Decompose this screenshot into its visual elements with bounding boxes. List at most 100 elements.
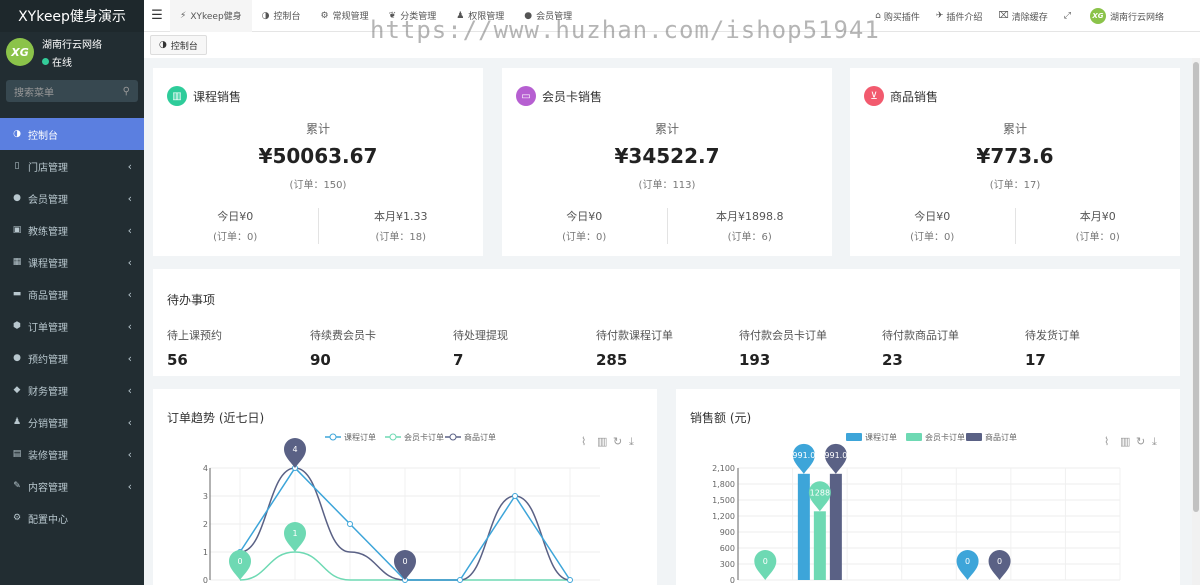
legend-item[interactable]: 商品订单 bbox=[966, 432, 1017, 442]
stat-label: 累计 bbox=[654, 122, 679, 136]
sidebar-item-goods[interactable]: ▬ 商品管理 ‹ bbox=[0, 278, 144, 310]
legend-label: 会员卡订单 bbox=[925, 432, 965, 442]
sidebar-item-coach[interactable]: ▣ 教练管理 ‹ bbox=[0, 214, 144, 246]
legend-swatch bbox=[966, 433, 982, 441]
bar[interactable] bbox=[797, 473, 810, 580]
sidebar-item-config[interactable]: ⚙ 配置中心 bbox=[0, 502, 144, 534]
leaf-icon: ❦ bbox=[388, 10, 397, 21]
legend-item[interactable]: 课程订单 bbox=[846, 432, 897, 442]
bar-chart-icon[interactable]: ▥ bbox=[597, 435, 607, 448]
book-icon: ▥ bbox=[167, 86, 187, 106]
topbar-fullscreen-button[interactable]: ⤢ bbox=[1056, 11, 1082, 21]
sidebar-item-user[interactable]: ● 会员管理 ‹ bbox=[0, 182, 144, 214]
avatar: XG bbox=[6, 38, 34, 66]
dashboard-icon: ◑ bbox=[261, 10, 270, 21]
stat-today-amount: 今日¥0 bbox=[566, 210, 603, 223]
order-icon: ⬢ bbox=[13, 321, 21, 331]
tab-1[interactable]: ◑ 控制台 bbox=[252, 0, 311, 32]
data-pin-label: 0 bbox=[965, 557, 970, 566]
app-title[interactable]: XYkeep健身演示 bbox=[0, 0, 144, 32]
legend-marker bbox=[389, 433, 397, 441]
todo-item[interactable]: 待付款商品订单 23 bbox=[882, 327, 959, 369]
data-point[interactable] bbox=[512, 493, 518, 499]
todo-item[interactable]: 待发货订单 17 bbox=[1025, 327, 1080, 369]
stat-month: 本月¥1.33 (订单：18) bbox=[317, 208, 484, 244]
menu-toggle-icon[interactable]: ☰ bbox=[144, 8, 170, 23]
bar-chart-icon[interactable]: ▥ bbox=[1120, 435, 1130, 448]
tab-label: 常规管理 bbox=[332, 12, 369, 22]
refresh-icon[interactable]: ↻ bbox=[1136, 435, 1145, 448]
topbar-user-menu[interactable]: XG 湖南行云网络 bbox=[1082, 8, 1200, 24]
data-point[interactable] bbox=[347, 521, 353, 527]
sidebar-item-dashboard[interactable]: ◑ 控制台 bbox=[0, 118, 144, 150]
order-trend-chart: 课程订单 会员卡订单 商品订单 ⌇ ▥ ↻ ⤓ 0 1 2 3 4 4 0 1 0 bbox=[203, 432, 634, 585]
chevron-left-icon: ‹ bbox=[127, 415, 132, 429]
stat-card: ▭ 会员卡销售 累计 ¥34522.7 (订单：113) 今日¥0 (订单：0) 本月¥189… bbox=[502, 68, 832, 256]
order-trend-card: 订单趋势 (近七日) 课程订单 会员卡订单 商品订单 ⌇ ▥ ↻ ⤓ 0 1 2 3 4 4 0 1 0 bbox=[153, 389, 657, 585]
data-point[interactable] bbox=[457, 577, 463, 583]
download-icon[interactable]: ⤓ bbox=[629, 435, 634, 448]
avatar: XG bbox=[1089, 8, 1106, 24]
menu-search-input[interactable]: 搜索菜单 ⚲ bbox=[6, 80, 138, 102]
decoration-icon: ▤ bbox=[12, 449, 22, 459]
bar[interactable] bbox=[813, 511, 826, 580]
sidebar-item-store[interactable]: ▯ 门店管理 ‹ bbox=[0, 150, 144, 182]
download-icon[interactable]: ⤓ bbox=[1152, 435, 1157, 448]
sidebar-item-label: 分销管理 bbox=[28, 418, 68, 430]
data-pin: 1288 bbox=[808, 481, 831, 512]
line-chart-icon[interactable]: ⌇ bbox=[581, 435, 586, 448]
topbar-item-label: 插件介绍 bbox=[946, 12, 983, 23]
topbar-rocket-button[interactable]: ✈ 插件介绍 bbox=[928, 10, 991, 23]
todo-label: 待付款商品订单 bbox=[882, 329, 959, 342]
todo-item[interactable]: 待付款课程订单 285 bbox=[596, 327, 673, 369]
tab-2[interactable]: ⚙ 常规管理 bbox=[311, 0, 379, 32]
tab-0[interactable]: ⚡ XYkeep健身 bbox=[170, 0, 252, 32]
sidebar-item-decoration[interactable]: ▤ 装修管理 ‹ bbox=[0, 438, 144, 470]
chevron-left-icon: ‹ bbox=[127, 383, 132, 397]
user-icon: ● bbox=[13, 193, 21, 203]
todo-label: 待付款会员卡订单 bbox=[739, 329, 827, 342]
booking-icon: ● bbox=[13, 353, 21, 363]
todo-item[interactable]: 待处理提现 7 bbox=[453, 327, 508, 369]
y-tick-label: 2 bbox=[203, 520, 208, 529]
scrollbar-thumb[interactable] bbox=[1193, 62, 1199, 512]
sidebar-item-label: 教练管理 bbox=[28, 226, 68, 238]
legend-label: 课程订单 bbox=[865, 432, 897, 442]
topbar-home-button[interactable]: ⌂ 购买插件 bbox=[867, 10, 928, 23]
breadcrumb[interactable]: ◑ 控制台 bbox=[150, 35, 207, 55]
tab-label: 分类管理 bbox=[400, 12, 437, 22]
tab-bar: ⚡ XYkeep健身 ◑ 控制台 ⚙ 常规管理 ❦ 分类管理 ♟ 权限管理 ● 会员管理 bbox=[170, 0, 582, 32]
todo-item[interactable]: 待上课预约 56 bbox=[167, 327, 222, 369]
legend-item[interactable]: 商品订单 bbox=[445, 432, 496, 442]
sidebar-item-booking[interactable]: ● 预约管理 ‹ bbox=[0, 342, 144, 374]
topbar-trash-button[interactable]: ⌧ 清除缓存 bbox=[990, 10, 1055, 23]
y-tick-label: 1,800 bbox=[712, 480, 735, 489]
search-icon[interactable]: ⚲ bbox=[123, 86, 130, 97]
tab-5[interactable]: ● 会员管理 bbox=[514, 0, 582, 32]
legend-item[interactable]: 会员卡订单 bbox=[385, 432, 444, 442]
sidebar-item-content[interactable]: ✎ 内容管理 ‹ bbox=[0, 470, 144, 502]
tab-3[interactable]: ❦ 分类管理 bbox=[379, 0, 447, 32]
topbar: ☰ ⚡ XYkeep健身 ◑ 控制台 ⚙ 常规管理 ❦ 分类管理 ♟ 权限管理 ● 会员管理 ⌂ 购买插… bbox=[144, 0, 1200, 32]
refresh-icon[interactable]: ↻ bbox=[613, 435, 622, 448]
todo-item[interactable]: 待付款会员卡订单 193 bbox=[739, 327, 827, 369]
data-point[interactable] bbox=[567, 577, 573, 583]
scrollbar[interactable] bbox=[1192, 58, 1200, 585]
legend-item[interactable]: 课程订单 bbox=[325, 432, 376, 442]
sidebar-item-finance[interactable]: ◆ 财务管理 ‹ bbox=[0, 374, 144, 406]
stat-month-amount: 本月¥1898.8 bbox=[716, 210, 784, 223]
sidebar-item-order[interactable]: ⬢ 订单管理 ‹ bbox=[0, 310, 144, 342]
topbar-item-label: 清除缓存 bbox=[1011, 12, 1048, 23]
todo-value: 90 bbox=[310, 351, 331, 369]
sidebar-item-course[interactable]: ▦ 课程管理 ‹ bbox=[0, 246, 144, 278]
bar[interactable] bbox=[829, 473, 842, 580]
tab-4[interactable]: ♟ 权限管理 bbox=[446, 0, 514, 32]
data-pin: 1 bbox=[284, 522, 306, 552]
stat-orders: (订单：150) bbox=[289, 180, 347, 191]
data-pin: 0 bbox=[229, 550, 251, 580]
legend-item[interactable]: 会员卡订单 bbox=[906, 432, 965, 442]
sidebar-item-distribution[interactable]: ♟ 分销管理 ‹ bbox=[0, 406, 144, 438]
todo-item[interactable]: 待续费会员卡 90 bbox=[310, 327, 376, 369]
todo-label: 待上课预约 bbox=[167, 329, 222, 342]
line-chart-icon[interactable]: ⌇ bbox=[1104, 435, 1109, 448]
